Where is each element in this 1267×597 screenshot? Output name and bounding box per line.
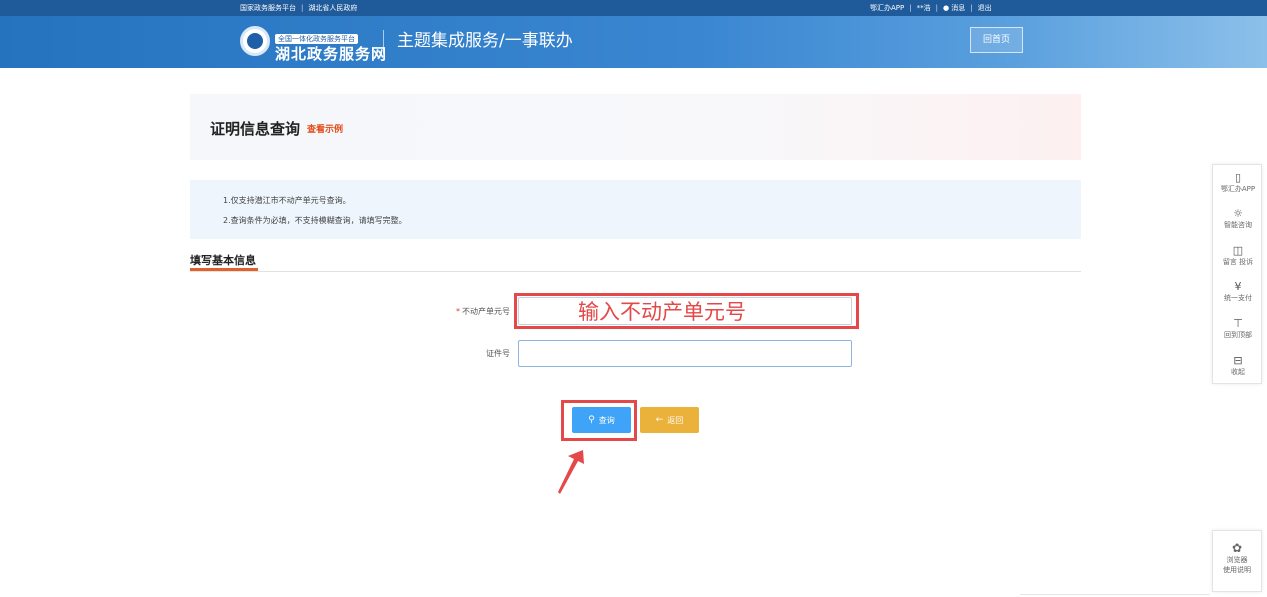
float-label: 留言 投诉 (1222, 258, 1254, 266)
browser-help-line1: 浏览器 (1226, 556, 1248, 564)
annotation-arrow-icon (558, 450, 584, 494)
unit-number-label: * 不动产单元号 (420, 306, 510, 317)
float-label: 统一支付 (1224, 294, 1252, 302)
tab-basic-info[interactable]: 填写基本信息 (190, 252, 258, 271)
floating-toolbar: ▯ 鄂汇办APP ☼ 智能咨询 ◫ 留言 投诉 ¥ 统一支付 ⊤ 回到顶部 ⊟ … (1212, 164, 1262, 384)
link-messages[interactable]: 消息 (951, 4, 965, 12)
top-left-links: 国家政务服务平台 | 湖北省人民政府 (240, 0, 357, 16)
site-logo[interactable]: 全国一体化政务服务平台 湖北政务服务网 (275, 26, 387, 63)
browser-icon: ✿ (1231, 541, 1243, 555)
message-icon: ◫ (1232, 244, 1244, 257)
annotation-box-query (561, 400, 637, 441)
header-title: 主题集成服务/一事联办 (397, 31, 573, 51)
link-logout[interactable]: 退出 (978, 4, 992, 12)
government-emblem-icon[interactable] (240, 26, 270, 56)
float-label: 智能咨询 (1224, 221, 1252, 229)
top-strip: 国家政务服务平台 | 湖北省人民政府 鄂汇办APP | **浩 | ● 消息 | 退出 (0, 0, 1267, 16)
page-title-card: 证明信息查询 查看示例 (190, 94, 1081, 160)
annotation-text: 输入不动产单元号 (578, 300, 746, 324)
view-example-link[interactable]: 查看示例 (307, 122, 343, 135)
float-item-consult[interactable]: ☼ 智能咨询 (1213, 207, 1263, 230)
divider: | (970, 4, 973, 12)
page-title: 证明信息查询 (210, 120, 301, 138)
bell-icon[interactable]: ● (943, 4, 949, 12)
unit-number-label-text: 不动产单元号 (462, 307, 510, 316)
divider: | (301, 4, 304, 12)
arrow-left-icon: ← (655, 415, 664, 425)
back-button[interactable]: ← 返回 (640, 407, 699, 433)
headset-icon: ☼ (1233, 207, 1243, 220)
logo-subtitle: 全国一体化政务服务平台 (275, 34, 358, 44)
section-header: 填写基本信息 (190, 252, 1081, 272)
browser-help-line2: 使用说明 (1223, 566, 1251, 574)
site-header: 全国一体化政务服务平台 湖北政务服务网 主题集成服务/一事联办 回首页 (0, 16, 1267, 68)
float-label: 鄂汇办APP (1220, 185, 1256, 193)
footer-divider (1020, 594, 1210, 595)
id-number-label: 证件号 (486, 349, 510, 358)
link-hubei-government[interactable]: 湖北省人民政府 (308, 4, 357, 12)
float-label: 回到顶部 (1224, 331, 1252, 339)
divider: | (909, 4, 912, 12)
notice-line-1: 1.仅支持潜江市不动产单元号查询。 (223, 196, 351, 205)
float-item-top[interactable]: ⊤ 回到顶部 (1213, 317, 1263, 340)
required-mark: * (456, 307, 460, 316)
yen-icon: ¥ (1234, 280, 1242, 293)
browser-help-button[interactable]: ✿ 浏览器 使用说明 (1212, 530, 1262, 592)
to-top-icon: ⊤ (1233, 317, 1243, 330)
divider: | (935, 4, 938, 12)
logo-title: 湖北政务服务网 (275, 45, 388, 63)
notice-box: 1.仅支持潜江市不动产单元号查询。 2.查询条件为必填，不支持模糊查询，请填写完… (190, 180, 1081, 239)
float-item-app[interactable]: ▯ 鄂汇办APP (1213, 171, 1263, 194)
home-button[interactable]: 回首页 (970, 27, 1023, 53)
header-divider (383, 30, 384, 54)
back-button-label: 返回 (667, 415, 684, 425)
phone-icon: ▯ (1234, 171, 1242, 184)
link-app[interactable]: 鄂汇办APP (870, 4, 904, 12)
collapse-icon: ⊟ (1233, 354, 1243, 367)
float-item-collapse[interactable]: ⊟ 收起 (1213, 354, 1263, 377)
top-right-links: 鄂汇办APP | **浩 | ● 消息 | 退出 (870, 0, 992, 16)
id-number-input[interactable] (518, 340, 852, 367)
user-name[interactable]: **浩 (917, 4, 931, 12)
link-national-platform[interactable]: 国家政务服务平台 (240, 4, 296, 12)
float-item-feedback[interactable]: ◫ 留言 投诉 (1213, 244, 1263, 267)
float-label: 收起 (1231, 368, 1245, 376)
notice-line-2: 2.查询条件为必填，不支持模糊查询，请填写完整。 (223, 216, 407, 225)
float-item-payment[interactable]: ¥ 统一支付 (1213, 280, 1263, 303)
